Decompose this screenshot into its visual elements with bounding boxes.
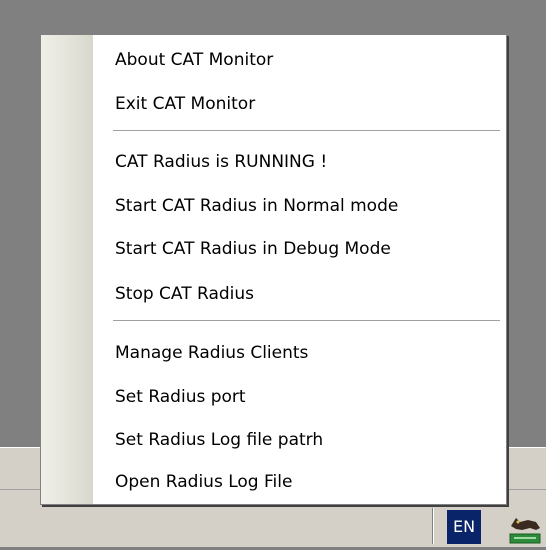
menu-item-set-radius-log-path[interactable]: Set Radius Log file patrh [93, 422, 503, 458]
menu-item-open-radius-log-file[interactable]: Open Radius Log File [93, 464, 503, 500]
menu-item-about-cat-monitor[interactable]: About CAT Monitor [93, 42, 503, 78]
menu-separator [113, 130, 500, 132]
menu-item-cat-radius-status[interactable]: CAT Radius is RUNNING ! [93, 144, 503, 180]
tray-context-menu: About CAT Monitor Exit CAT Monitor CAT R… [40, 34, 507, 505]
menu-item-start-debug-mode[interactable]: Start CAT Radius in Debug Mode [93, 231, 503, 267]
menu-item-manage-radius-clients[interactable]: Manage Radius Clients [93, 335, 503, 371]
tray-divider [432, 508, 434, 544]
language-indicator[interactable]: EN [447, 510, 481, 544]
menu-item-set-radius-port[interactable]: Set Radius port [93, 379, 503, 415]
cat-monitor-tray-icon[interactable] [506, 508, 544, 546]
menu-item-start-normal-mode[interactable]: Start CAT Radius in Normal mode [93, 188, 503, 224]
menu-item-exit-cat-monitor[interactable]: Exit CAT Monitor [93, 86, 503, 122]
menu-item-stop-cat-radius[interactable]: Stop CAT Radius [93, 276, 503, 312]
menu-gutter [41, 35, 93, 504]
menu-separator [113, 320, 500, 322]
cat-icon [506, 508, 544, 546]
